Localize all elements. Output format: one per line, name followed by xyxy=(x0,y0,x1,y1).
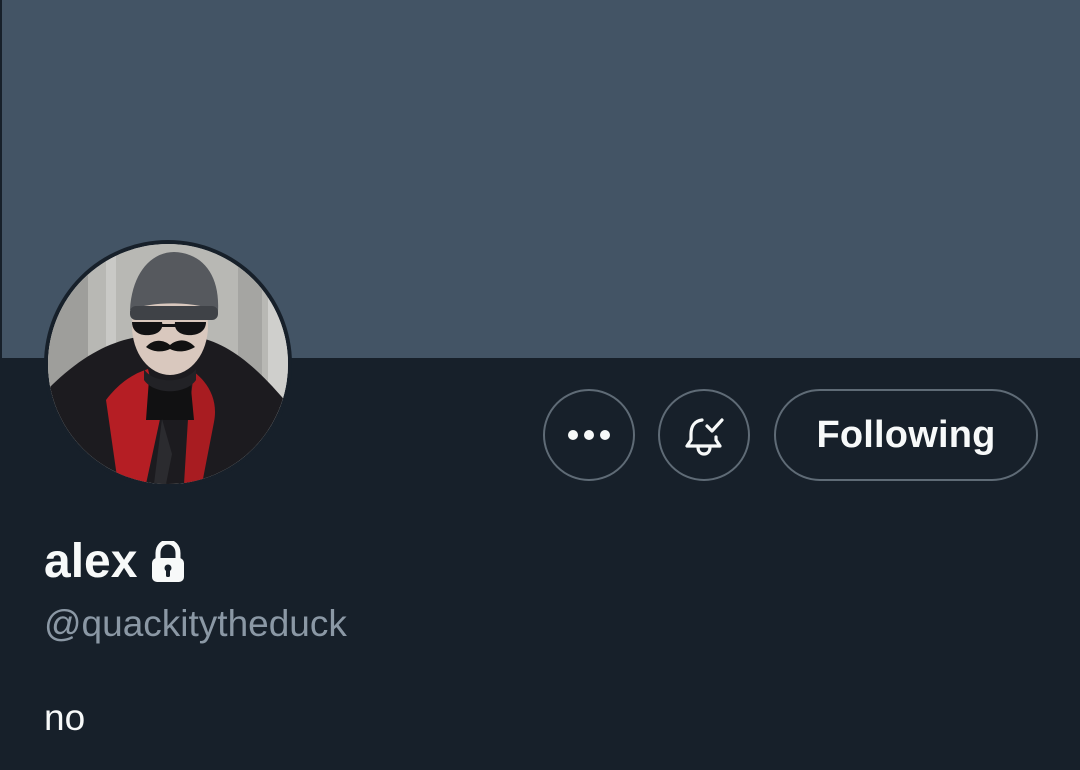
profile-bio: no xyxy=(44,697,86,738)
more-button[interactable] xyxy=(543,389,635,481)
avatar[interactable] xyxy=(48,244,288,484)
lock-icon xyxy=(152,541,185,582)
avatar-border xyxy=(44,240,292,488)
username-handle: @quackitytheduck xyxy=(44,603,347,644)
profile-page: Following alex @quackitytheduck no xyxy=(0,0,1080,770)
more-icon xyxy=(568,430,610,440)
name-row: alex xyxy=(44,532,187,592)
following-button[interactable]: Following xyxy=(774,389,1038,481)
display-name: alex xyxy=(44,535,138,588)
avatar-photo xyxy=(48,244,288,484)
bell-check-icon xyxy=(685,418,724,456)
notifications-button[interactable] xyxy=(658,389,750,481)
banner-edge xyxy=(0,0,2,358)
